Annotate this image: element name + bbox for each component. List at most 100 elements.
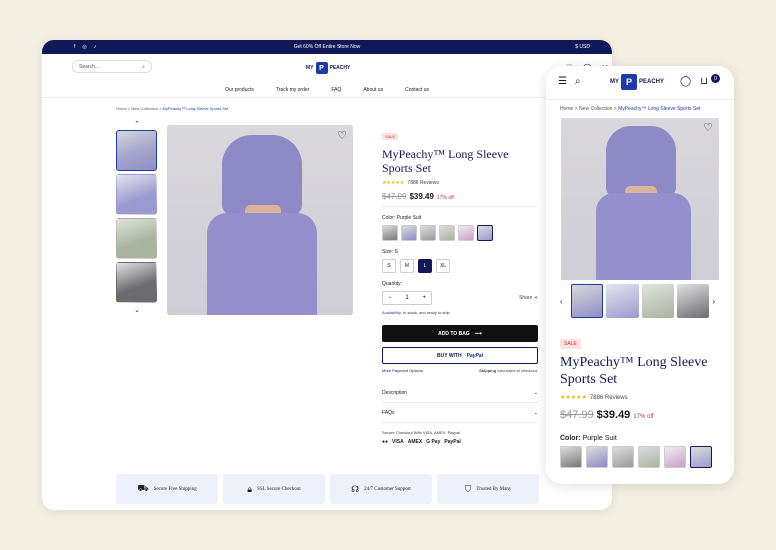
paypal-button[interactable]: BUY WITH PayPal bbox=[382, 347, 538, 364]
logo[interactable]: MY P PEACHY bbox=[610, 74, 664, 90]
feature-label: Secure Free Shipping bbox=[153, 486, 197, 492]
chevron-down-icon[interactable]: ⌄ bbox=[116, 306, 158, 316]
size-option-m[interactable]: M bbox=[400, 259, 414, 273]
breadcrumb-current: MyPeachy™ Long Sleeve Sports Set bbox=[162, 106, 229, 111]
product-leggings bbox=[207, 213, 317, 315]
accordion-faqs-label: FAQs bbox=[382, 409, 395, 416]
breadcrumb-home[interactable]: Home bbox=[116, 106, 127, 111]
quantity-value[interactable]: 1 bbox=[405, 295, 408, 301]
current-price: $39.49 bbox=[409, 192, 434, 201]
thumbnail-image[interactable] bbox=[641, 284, 674, 318]
feature-support: ☊ 24/7 Customer Support bbox=[330, 474, 432, 504]
review-count[interactable]: 7886 Reviews bbox=[590, 395, 628, 401]
instagram-icon[interactable]: ◎ bbox=[82, 44, 86, 50]
search-icon[interactable]: ⌕ bbox=[142, 64, 145, 70]
tiktok-icon[interactable]: ♪ bbox=[94, 44, 97, 50]
search-input[interactable]: Search... ⌕ bbox=[72, 60, 152, 73]
sale-badge: SALE bbox=[382, 133, 399, 140]
share-button[interactable]: Share ⋖ bbox=[519, 295, 538, 301]
add-to-bag-button[interactable]: ADD TO BAG ⟶ bbox=[382, 325, 538, 342]
product-title: MyPeachy™ Long Sleeve Sports Set bbox=[382, 147, 509, 175]
mobile-mockup: ☰ ⌕ MY P PEACHY ◯ ⊔ 0 Home > New Collect… bbox=[546, 66, 734, 484]
availability-text: In stock, and ready to ship bbox=[403, 310, 450, 315]
color-swatch[interactable] bbox=[560, 446, 582, 468]
gpay-logo: G Pay bbox=[426, 439, 441, 445]
color-swatch[interactable] bbox=[382, 225, 398, 241]
color-swatch[interactable] bbox=[458, 225, 474, 241]
nav-about[interactable]: About us bbox=[363, 87, 383, 93]
shipping-link[interactable]: Shipping bbox=[479, 368, 496, 373]
accordion-faqs[interactable]: FAQs ⌄ bbox=[382, 403, 538, 423]
color-swatch-selected[interactable] bbox=[690, 446, 712, 468]
color-swatch[interactable] bbox=[420, 225, 436, 241]
shipping-note: Shipping calculated at checkout. bbox=[479, 368, 538, 373]
color-swatch[interactable] bbox=[612, 446, 634, 468]
breadcrumb-collection[interactable]: New Collection bbox=[579, 106, 612, 112]
availability-label: Availability: bbox=[382, 310, 402, 315]
breadcrumb-sep: > bbox=[613, 106, 617, 112]
price-row: $47.99 $39.49 17% off bbox=[560, 409, 720, 426]
thumbnail-image[interactable] bbox=[606, 284, 639, 318]
social-links: f ◎ ♪ bbox=[74, 44, 96, 50]
plus-icon[interactable]: + bbox=[422, 295, 426, 301]
availability: Availability: In stock, and ready to shi… bbox=[382, 310, 538, 315]
product-main-image: ♡ bbox=[167, 125, 353, 315]
quantity-stepper[interactable]: − 1 + bbox=[382, 291, 432, 305]
thumbnail-image[interactable] bbox=[676, 284, 710, 318]
logo-mark: P bbox=[621, 74, 637, 90]
breadcrumb-home[interactable]: Home bbox=[560, 106, 573, 112]
size-option-l[interactable]: L bbox=[418, 259, 432, 273]
thumbnail-image[interactable] bbox=[116, 130, 157, 171]
old-price: $47.99 bbox=[382, 192, 407, 201]
share-icon: ⋖ bbox=[533, 295, 538, 301]
breadcrumb-sep: > bbox=[574, 106, 578, 112]
nav-contact[interactable]: Contact us bbox=[405, 87, 429, 93]
chevron-up-icon[interactable]: ⌃ bbox=[116, 120, 158, 130]
facebook-icon[interactable]: f bbox=[74, 44, 75, 50]
cart-icon[interactable]: ⊔ bbox=[700, 76, 708, 87]
accordion-description[interactable]: Description ⌄ bbox=[382, 383, 538, 403]
accordion-description-label: Description bbox=[382, 389, 408, 396]
color-swatch[interactable] bbox=[401, 225, 417, 241]
logo-text-right: PEACHY bbox=[639, 79, 665, 85]
color-swatches bbox=[382, 225, 538, 241]
thumbnail-image[interactable] bbox=[116, 174, 157, 215]
color-swatch[interactable] bbox=[638, 446, 660, 468]
wishlist-heart-icon[interactable]: ♡ bbox=[337, 129, 347, 142]
color-swatch-selected[interactable] bbox=[477, 225, 493, 241]
minus-icon[interactable]: − bbox=[388, 295, 392, 301]
shield-icon: ⛉ bbox=[464, 483, 472, 494]
logo-text-left: MY bbox=[306, 65, 314, 71]
thumbnail-image[interactable] bbox=[116, 218, 157, 259]
product-main-image: ♡ bbox=[561, 118, 719, 280]
color-swatch[interactable] bbox=[439, 225, 455, 241]
size-option-s[interactable]: S bbox=[382, 259, 396, 273]
rating[interactable]: ★★★★★ 7886 Reviews bbox=[382, 180, 538, 186]
thumbnail-image[interactable] bbox=[570, 284, 604, 318]
search-icon[interactable]: ⌕ bbox=[575, 76, 581, 87]
nav-faq[interactable]: FAQ bbox=[331, 87, 341, 93]
user-icon[interactable]: ◯ bbox=[680, 76, 691, 87]
thumbnail-image[interactable] bbox=[116, 262, 157, 303]
breadcrumb: Home > New Collection > MyPeachy™ Long S… bbox=[560, 106, 720, 112]
breadcrumb-collection[interactable]: New Collection bbox=[131, 106, 158, 111]
lock-icon: 🔒︎ bbox=[247, 483, 253, 494]
nav-our-products[interactable]: Our products bbox=[225, 87, 254, 93]
color-swatch[interactable] bbox=[586, 446, 608, 468]
review-count[interactable]: 7886 Reviews bbox=[407, 180, 438, 186]
wishlist-heart-icon[interactable]: ♡ bbox=[703, 121, 713, 134]
menu-icon[interactable]: ☰ bbox=[558, 76, 567, 87]
nav-track-order[interactable]: Track my order bbox=[276, 87, 309, 93]
size-option-xl[interactable]: XL bbox=[436, 259, 450, 273]
logo[interactable]: MY P PEACHY bbox=[306, 62, 350, 74]
product-info: SALE MyPeachy™ Long Sleeve Sports Set ★★… bbox=[560, 332, 720, 468]
buy-with-label: BUY WITH bbox=[436, 352, 462, 359]
share-label: Share bbox=[519, 295, 533, 301]
more-payment-link[interactable]: More Payment Options bbox=[382, 368, 423, 373]
chevron-right-icon[interactable]: › bbox=[712, 297, 720, 306]
rating[interactable]: ★★★★★ 7886 Reviews bbox=[560, 394, 720, 401]
product-top bbox=[222, 135, 302, 215]
color-swatch[interactable] bbox=[664, 446, 686, 468]
currency-selector[interactable]: $ USD bbox=[575, 44, 590, 50]
chevron-left-icon[interactable]: ‹ bbox=[560, 297, 568, 306]
